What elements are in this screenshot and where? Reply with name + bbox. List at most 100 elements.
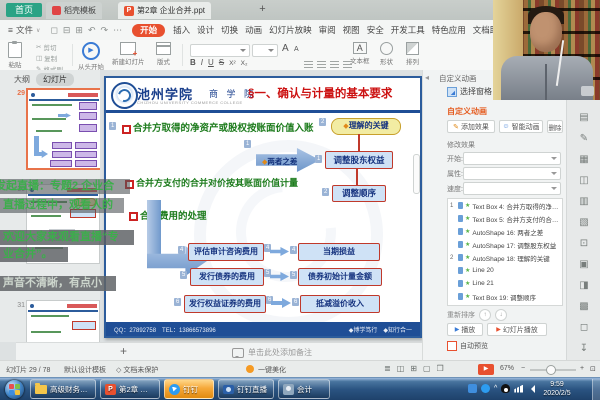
tab-developer[interactable]: 开发工具 [391, 24, 425, 36]
template-tab[interactable]: 稻壳模板 [46, 2, 102, 19]
slideshow-button[interactable]: ▶ 幻灯片播放 [487, 323, 547, 336]
canvas-scrollbar[interactable] [413, 154, 420, 194]
tray-dingtalk-icon[interactable] [481, 384, 490, 393]
font-shrink-button[interactable]: A [294, 46, 299, 53]
animation-list-item[interactable]: ★AutoShape 16: 两者之差 [448, 225, 562, 238]
slideshow-play-button[interactable]: ▶ [478, 364, 494, 375]
animation-list-item[interactable]: ★Text Box 19: 调整顺序 [448, 290, 562, 303]
print-icon[interactable]: ⊟ [63, 25, 71, 36]
animation-list-item[interactable]: ★Line 20 [448, 264, 562, 277]
move-up-button[interactable]: ↑ [479, 309, 491, 321]
layout-button[interactable]: 版式 [156, 42, 171, 66]
align-left-icon[interactable] [304, 60, 313, 68]
underline-button[interactable]: U [208, 58, 214, 67]
slide-thumbnail-29[interactable] [26, 88, 102, 170]
volume-icon[interactable] [527, 385, 535, 393]
font-family-select[interactable] [190, 44, 250, 57]
document-tab[interactable]: P 第2章 企业合并.ppt [118, 2, 211, 19]
play-from-start-button[interactable]: ▶ 从头开始 [78, 42, 104, 71]
superscript-button[interactable]: X² [229, 60, 236, 67]
add-slide-button[interactable]: + [120, 344, 127, 358]
new-slide-button[interactable]: 新建幻灯片 [112, 42, 145, 66]
undo-icon[interactable]: ↶ [88, 25, 96, 36]
tab-review[interactable]: 审阅 [319, 24, 336, 36]
font-size-select[interactable] [252, 44, 278, 57]
animation-list-item[interactable]: ★Line 21 [448, 277, 562, 290]
qrcode-pane-icon[interactable]: ▩ [577, 300, 591, 314]
slide[interactable]: 池州学院 商 学 院 CHIZHOU UNIVERSITY COMMERCE C… [104, 76, 422, 338]
play-animation-button[interactable]: ▶ 播放 [447, 323, 483, 336]
text-box-button[interactable]: A 文本框 [350, 42, 370, 65]
notes-view-icon[interactable]: ❒ [437, 364, 444, 373]
font-grow-button[interactable]: A [282, 43, 289, 54]
tab-special-apps[interactable]: 特色应用 [432, 24, 466, 36]
property-select[interactable] [463, 167, 561, 180]
edit-pane-icon[interactable]: ✎ [577, 132, 591, 146]
file-menu[interactable]: ≡ 文件 ∨ [8, 24, 40, 36]
animation-list-item[interactable]: 1★Text Box 4: 合并方取得的净资... [448, 199, 562, 212]
new-tab-button[interactable]: + [256, 3, 269, 16]
align-right-icon[interactable] [330, 60, 339, 68]
collapse-panel-icon[interactable]: ◂ [425, 73, 429, 82]
network-icon[interactable] [514, 385, 523, 393]
preview-icon[interactable]: ⊞ [75, 25, 83, 36]
redo-icon[interactable]: ↷ [101, 25, 109, 36]
taskbar-item-accounting-chat[interactable]: 会计 [278, 379, 330, 399]
start-select[interactable] [463, 152, 561, 165]
table-pane-icon[interactable]: ▦ [577, 153, 591, 167]
animation-list-item[interactable]: 2★AutoShape 18: 理解的关键 [448, 251, 562, 264]
save-icon[interactable]: ◻ [50, 25, 57, 36]
chart-pane-icon[interactable]: ▥ [577, 195, 591, 209]
start-button[interactable] [5, 380, 24, 399]
zoom-in-button[interactable]: + [580, 365, 584, 372]
reading-view-icon[interactable]: ▢ [423, 364, 431, 373]
tab-slides[interactable]: 幻灯片 [36, 73, 74, 86]
italic-button[interactable]: I [201, 58, 203, 67]
tab-animation[interactable]: 动画 [245, 24, 262, 36]
sorter-view-icon[interactable]: ⊞ [410, 364, 417, 373]
style-pane-icon[interactable]: ▤ [577, 111, 591, 125]
paste-button[interactable]: 粘贴 [8, 42, 22, 69]
slide-thumbnail-31[interactable] [26, 300, 100, 344]
notes-bar[interactable]: + 单击此处添加备注 [16, 342, 422, 361]
beautify-button[interactable]: 一键美化 [246, 365, 286, 375]
slide-view-icon[interactable]: ◫ [397, 364, 405, 373]
fit-window-button[interactable]: ⊡ [590, 365, 596, 373]
download-pane-icon[interactable]: ↧ [577, 342, 591, 356]
webcam-control-button[interactable] [581, 86, 594, 96]
delete-effect-button[interactable]: 删除 [547, 120, 563, 133]
speed-select[interactable] [463, 182, 561, 195]
tab-view[interactable]: 视图 [343, 24, 360, 36]
more-icon[interactable]: ⋯ [113, 25, 122, 36]
move-down-button[interactable]: ↓ [495, 309, 507, 321]
tab-security[interactable]: 安全 [367, 24, 384, 36]
zoom-out-button[interactable]: − [521, 365, 525, 372]
taskbar-item-dingtalk[interactable]: 钉钉 [164, 379, 214, 399]
zoom-slider-knob[interactable] [546, 365, 556, 375]
add-effect-button[interactable]: ✎ 添加效果 [447, 120, 495, 133]
tray-expand-icon[interactable]: ^ [494, 385, 497, 392]
taskbar-item-course-folder[interactable]: 高级财务会计学 [30, 379, 96, 399]
subscript-button[interactable]: X₂ [241, 60, 248, 67]
home-tab[interactable]: 首页 [6, 3, 42, 17]
animation-list[interactable]: 1★Text Box 4: 合并方取得的净资... ★Text Box 5: 合… [447, 198, 563, 306]
shapes-button[interactable]: 形状 [380, 42, 393, 66]
tab-outline[interactable]: 大纲 [14, 74, 30, 85]
selection-pane-button[interactable]: 选择窗格 [447, 86, 492, 97]
smartart-pane-icon[interactable]: ◨ [577, 279, 591, 293]
taskbar-clock[interactable]: 9:59 2020/2/5 [536, 380, 578, 398]
smart-animation-button[interactable]: ☺ 智能动画 [499, 120, 543, 133]
material-pane-icon[interactable]: ▧ [577, 216, 591, 230]
tray-app-icon[interactable] [468, 384, 477, 393]
tab-home[interactable]: 开始 [132, 24, 165, 37]
tab-insert[interactable]: 插入 [173, 24, 190, 36]
animation-list-item[interactable]: ★AutoShape 17: 调整股东权益 [448, 238, 562, 251]
auto-preview-checkbox[interactable]: 自动预览 [447, 341, 488, 351]
webcam-video[interactable] [493, 0, 600, 100]
bold-button[interactable]: B [190, 58, 196, 67]
tab-slideshow[interactable]: 幻灯片放映 [269, 24, 312, 36]
tab-design[interactable]: 设计 [197, 24, 214, 36]
taskbar-item-presentation[interactable]: P 第2章 企业合并.p... [100, 379, 160, 399]
align-center-icon[interactable] [317, 60, 326, 68]
cut-button[interactable]: ✂ 剪切 [36, 42, 56, 52]
